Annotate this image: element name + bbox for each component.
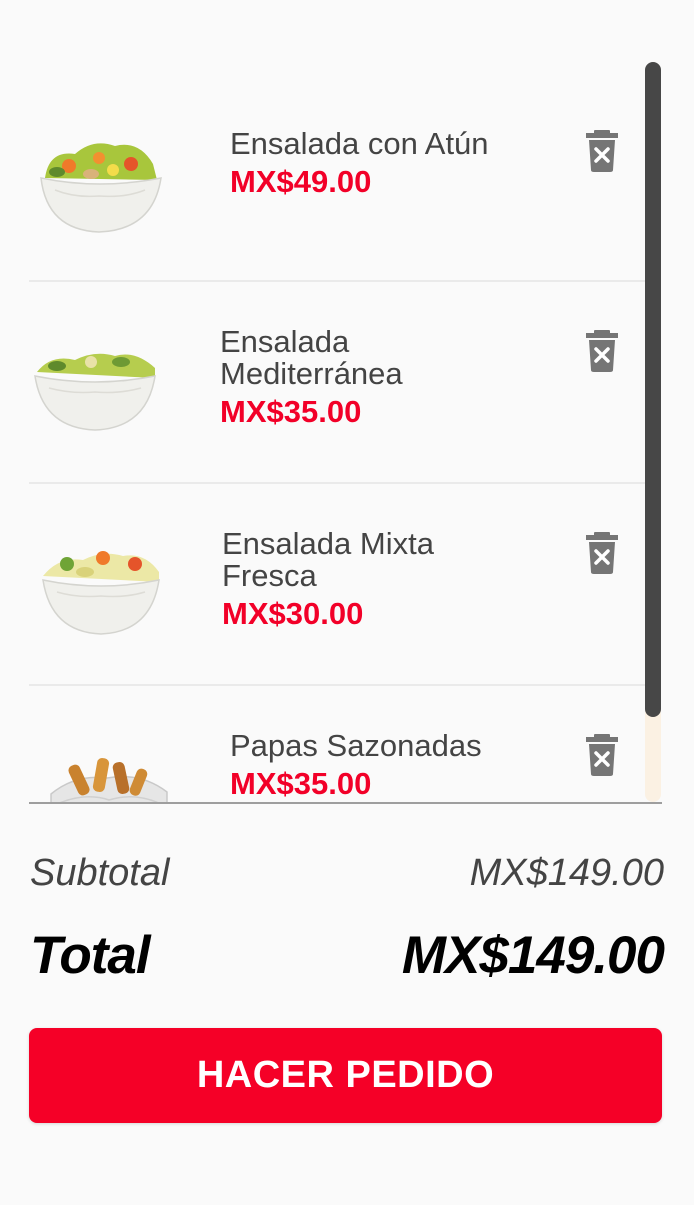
total-value: MX$149.00 (401, 925, 665, 985)
delete-item-button[interactable] (585, 330, 619, 374)
cart-item-price: MX$35.00 (230, 766, 372, 801)
cart-item: Ensalada con Atún MX$49.00 (29, 80, 645, 282)
cart-item-list[interactable]: Ensalada con Atún MX$49.00 Ensalada Medi… (29, 62, 662, 804)
cart-scrollbar[interactable] (645, 62, 661, 802)
total-label: Total (30, 925, 151, 985)
cart-item-price: MX$30.00 (222, 596, 364, 631)
cart-item: Ensalada Mixta Fresca MX$30.00 (29, 484, 645, 686)
salad-bowl-image (42, 551, 160, 635)
delete-item-button[interactable] (585, 734, 619, 778)
subtotal-row: Subtotal MX$149.00 (30, 850, 664, 896)
cart-item-price: MX$35.00 (220, 394, 362, 429)
trash-delete-icon (586, 734, 618, 776)
trash-delete-icon (586, 532, 618, 574)
cart-item-info: Papas Sazonadas MX$35.00 (230, 728, 530, 802)
cart-item-name: Ensalada Mediterránea (220, 324, 403, 391)
cart-item-name: Ensalada Mixta Fresca (222, 526, 434, 593)
fries-image (50, 758, 168, 802)
cart-screen: Ensalada con Atún MX$49.00 Ensalada Medi… (0, 0, 694, 1205)
salad-bowl-image (40, 143, 162, 233)
cart-item-name: Ensalada con Atún (230, 126, 489, 161)
cart-item: Ensalada Mediterránea MX$35.00 (29, 282, 645, 484)
cart-item-info: Ensalada Mixta Fresca MX$30.00 (222, 528, 522, 634)
subtotal-label: Subtotal (30, 851, 170, 894)
trash-delete-icon (586, 130, 618, 172)
cart-item-name: Papas Sazonadas (230, 728, 482, 763)
cart-item-info: Ensalada Mediterránea MX$35.00 (220, 326, 520, 432)
total-row: Total MX$149.00 (30, 922, 665, 988)
scrollbar-thumb[interactable] (645, 62, 661, 717)
cart-item: Papas Sazonadas MX$35.00 (29, 686, 645, 802)
delete-item-button[interactable] (585, 130, 619, 174)
place-order-button[interactable]: HACER PEDIDO (29, 1028, 662, 1123)
subtotal-value: MX$149.00 (469, 851, 664, 894)
cart-item-price: MX$49.00 (230, 164, 372, 199)
cart-item-info: Ensalada con Atún MX$49.00 (230, 128, 530, 202)
delete-item-button[interactable] (585, 532, 619, 576)
trash-delete-icon (586, 330, 618, 372)
salad-bowl-image (34, 353, 156, 431)
